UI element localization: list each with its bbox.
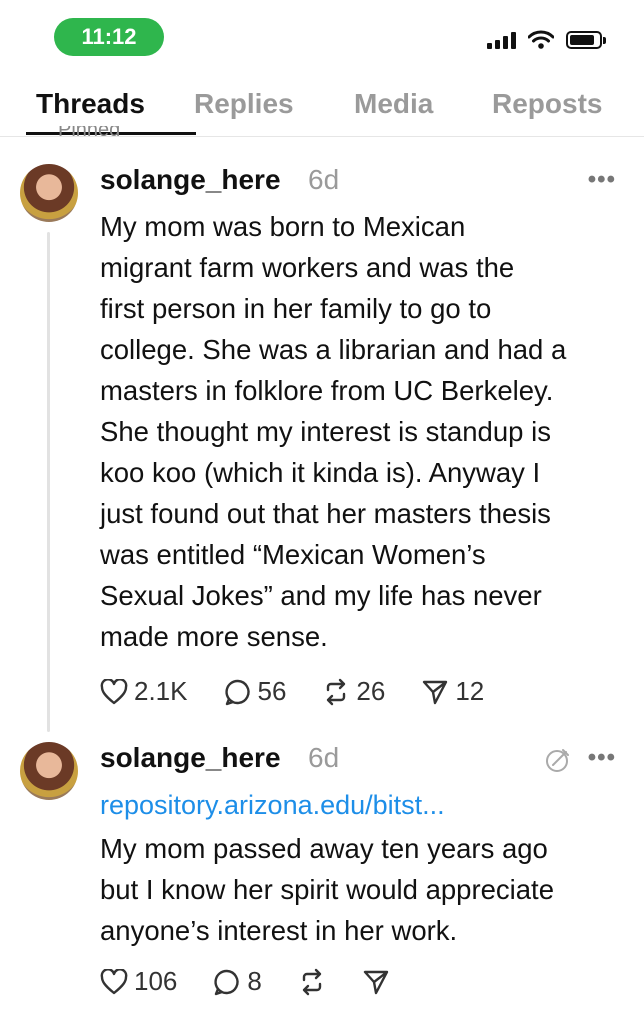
status-time[interactable]: 11:12 bbox=[54, 18, 164, 56]
system-icons bbox=[487, 30, 606, 50]
tab-reposts[interactable]: Reposts bbox=[492, 88, 602, 120]
post-text-line: just found out that her masters thesis bbox=[100, 498, 551, 529]
post-text-line: college. She was a librarian and had a bbox=[100, 334, 567, 365]
reply-button[interactable]: 56 bbox=[224, 676, 287, 707]
like-count: 106 bbox=[134, 966, 178, 996]
signal-icon bbox=[487, 31, 516, 49]
avatar[interactable] bbox=[20, 164, 78, 222]
post-body: My mom was born to Mexican migrant farm … bbox=[100, 206, 630, 657]
post-username[interactable]: solange_here bbox=[100, 742, 281, 774]
share-count: 12 bbox=[455, 676, 485, 706]
thread-post[interactable]: solange_here 6d ••• My mom was born to M… bbox=[0, 140, 644, 732]
thread-connector-line bbox=[47, 232, 50, 732]
tab-threads[interactable]: Threads bbox=[36, 88, 145, 120]
repost-icon bbox=[302, 968, 322, 995]
wifi-icon bbox=[528, 30, 554, 49]
post-text-line: was entitled “Mexican Women’s bbox=[100, 539, 486, 570]
post-text-line: My mom was born to Mexican bbox=[100, 211, 466, 242]
repost-button[interactable] bbox=[298, 968, 326, 996]
share-button[interactable]: 12 bbox=[421, 676, 484, 707]
post-age: 6d bbox=[308, 164, 340, 195]
more-options-icon[interactable]: ••• bbox=[588, 166, 616, 194]
post-username[interactable]: solange_here bbox=[100, 164, 281, 196]
post-text-line: She thought my interest is standup is bbox=[100, 416, 551, 447]
repost-icon bbox=[327, 678, 346, 705]
post-text-line: but I know her spirit would appreciate bbox=[100, 874, 554, 905]
heart-icon bbox=[100, 678, 128, 704]
post-text-line: made more sense. bbox=[100, 621, 328, 652]
post-actions: 106 8 bbox=[100, 966, 426, 997]
status-bar: 11:12 bbox=[0, 0, 644, 78]
reply-button[interactable]: 8 bbox=[213, 966, 262, 997]
post-text-line: My mom passed away ten years ago bbox=[100, 833, 548, 864]
pinned-label: Pinned bbox=[58, 126, 120, 136]
send-icon bbox=[363, 970, 389, 994]
like-button[interactable]: 2.1K bbox=[100, 676, 188, 707]
heart-icon bbox=[100, 968, 128, 994]
send-icon bbox=[423, 680, 448, 704]
post-body: My mom passed away ten years ago but I k… bbox=[100, 828, 630, 951]
comment-icon bbox=[224, 679, 250, 705]
like-count: 2.1K bbox=[134, 676, 188, 706]
post-text-line: migrant farm workers and was the bbox=[100, 252, 515, 283]
share-button[interactable] bbox=[362, 968, 390, 996]
post-text-line: first person in her family to go to bbox=[100, 293, 492, 324]
edited-icon[interactable] bbox=[544, 746, 572, 774]
post-link[interactable]: repository.arizona.edu/bitst... bbox=[100, 790, 445, 821]
battery-icon bbox=[566, 31, 606, 49]
post-text-line: masters in folklore from UC Berkeley. bbox=[100, 375, 554, 406]
repost-count: 26 bbox=[356, 676, 386, 706]
tab-media[interactable]: Media bbox=[354, 88, 433, 120]
avatar[interactable] bbox=[20, 742, 78, 800]
tab-replies[interactable]: Replies bbox=[194, 88, 294, 120]
like-button[interactable]: 106 bbox=[100, 966, 177, 997]
reply-count: 8 bbox=[247, 966, 262, 996]
comment-icon bbox=[214, 969, 240, 995]
post-text-line: Sexual Jokes” and my life has never bbox=[100, 580, 542, 611]
post-actions: 2.1K 56 26 12 bbox=[100, 676, 520, 707]
post-age: 6d bbox=[308, 742, 340, 773]
more-options-icon[interactable]: ••• bbox=[588, 744, 616, 772]
post-text-line: anyone’s interest in her work. bbox=[100, 915, 458, 946]
repost-button[interactable]: 26 bbox=[322, 676, 385, 707]
post-text-line: koo koo (which it kinda is). Anyway I bbox=[100, 457, 541, 488]
reply-count: 56 bbox=[257, 676, 287, 706]
thread-post[interactable]: solange_here 6d ••• repository.arizona.e… bbox=[0, 730, 644, 1024]
